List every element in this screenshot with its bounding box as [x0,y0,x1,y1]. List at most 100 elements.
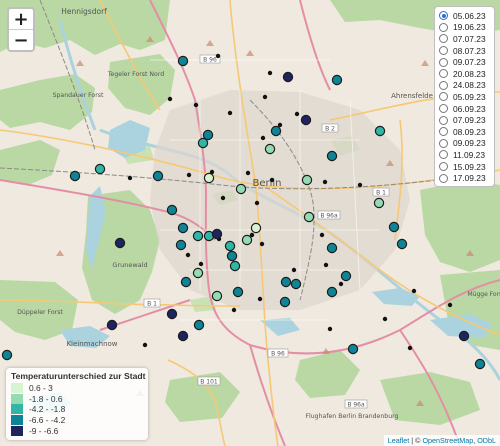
station-marker[interactable] [106,319,118,331]
station-dot[interactable] [260,135,266,141]
radio-button[interactable] [439,115,448,125]
radio-button[interactable] [439,11,448,21]
station-dot[interactable] [186,172,192,178]
radio-button[interactable] [439,80,448,90]
odbl-link[interactable]: ODbL [477,436,496,445]
station-dot[interactable] [447,302,453,308]
station-marker[interactable] [300,114,312,126]
station-dot[interactable] [269,177,275,183]
station-dot[interactable] [127,175,133,181]
station-marker[interactable] [388,221,400,233]
station-dot[interactable] [167,96,173,102]
station-marker[interactable] [282,71,294,83]
station-marker[interactable] [264,143,276,155]
station-marker[interactable] [331,74,343,86]
station-marker[interactable] [94,163,106,175]
leaflet-link[interactable]: Leaflet [388,436,410,445]
station-dot[interactable] [198,261,204,267]
station-marker[interactable] [203,172,215,184]
station-marker[interactable] [290,278,302,290]
station-dot[interactable] [411,288,417,294]
station-marker[interactable] [373,197,385,209]
station-dot[interactable] [294,111,300,117]
station-marker[interactable] [1,349,13,361]
station-marker[interactable] [192,230,204,242]
date-layer-option[interactable]: 20.08.23 [439,68,490,80]
station-dot[interactable] [257,296,263,302]
date-layer-option[interactable]: 06.09.23 [439,103,490,115]
station-dot[interactable] [259,241,265,247]
station-marker[interactable] [374,125,386,137]
date-layer-option[interactable]: 07.09.23 [439,114,490,126]
radio-button[interactable] [439,127,448,137]
station-dot[interactable] [220,195,226,201]
station-marker[interactable] [69,170,81,182]
radio-button[interactable] [439,162,448,172]
radio-button[interactable] [439,46,448,56]
date-layer-option[interactable]: 08.07.23 [439,45,490,57]
station-marker[interactable] [474,358,486,370]
radio-button[interactable] [439,92,448,102]
station-marker[interactable] [152,170,164,182]
station-dot[interactable] [231,307,237,313]
radio-button[interactable] [439,138,448,148]
station-dot[interactable] [254,200,260,206]
station-marker[interactable] [347,343,359,355]
station-marker[interactable] [235,183,247,195]
station-marker[interactable] [180,276,192,288]
station-marker[interactable] [396,238,408,250]
date-layer-option[interactable]: 17.09.23 [439,172,490,184]
station-dot[interactable] [327,326,333,332]
radio-button[interactable] [439,150,448,160]
station-marker[interactable] [177,330,189,342]
station-marker[interactable] [192,267,204,279]
station-marker[interactable] [166,308,178,320]
station-dot[interactable] [185,252,191,258]
radio-button[interactable] [439,173,448,183]
station-dot[interactable] [291,267,297,273]
station-dot[interactable] [322,179,328,185]
station-marker[interactable] [114,237,126,249]
station-dot[interactable] [357,182,363,188]
zoom-out-button[interactable]: − [9,29,33,51]
station-marker[interactable] [226,250,238,262]
station-dot[interactable] [319,232,325,238]
date-layer-option[interactable]: 15.09.23 [439,161,490,173]
station-marker[interactable] [280,276,292,288]
station-marker[interactable] [326,286,338,298]
date-layer-option[interactable]: 19.06.23 [439,22,490,34]
radio-button[interactable] [439,104,448,114]
station-marker[interactable] [224,240,236,252]
station-dot[interactable] [338,281,344,287]
station-marker[interactable] [340,270,352,282]
station-dot[interactable] [142,342,148,348]
map-container[interactable]: B 96 B 2 B 96a B 1 B 1 B 96 B 101 B 96a … [0,0,500,446]
radio-button[interactable] [439,69,448,79]
station-marker[interactable] [326,242,338,254]
station-marker[interactable] [326,150,338,162]
station-marker[interactable] [232,286,244,298]
station-dot[interactable] [245,170,251,176]
station-dot[interactable] [193,102,199,108]
date-layer-option[interactable]: 08.09.23 [439,126,490,138]
date-layer-option[interactable]: 05.06.23 [439,10,490,22]
station-dot[interactable] [227,110,233,116]
radio-button[interactable] [439,22,448,32]
radio-button[interactable] [439,34,448,44]
station-marker[interactable] [279,296,291,308]
station-marker[interactable] [166,204,178,216]
date-layer-option[interactable]: 09.07.23 [439,56,490,68]
zoom-in-button[interactable]: + [9,9,33,30]
date-layer-option[interactable]: 09.09.23 [439,138,490,150]
station-marker[interactable] [303,211,315,223]
station-marker[interactable] [177,222,189,234]
station-dot[interactable] [267,70,273,76]
station-marker[interactable] [458,330,470,342]
station-marker[interactable] [193,319,205,331]
station-marker[interactable] [197,137,209,149]
station-dot[interactable] [323,262,329,268]
station-marker[interactable] [177,55,189,67]
station-marker[interactable] [211,290,223,302]
station-dot[interactable] [382,316,388,322]
osm-link[interactable]: OpenStreetMap [422,436,473,445]
